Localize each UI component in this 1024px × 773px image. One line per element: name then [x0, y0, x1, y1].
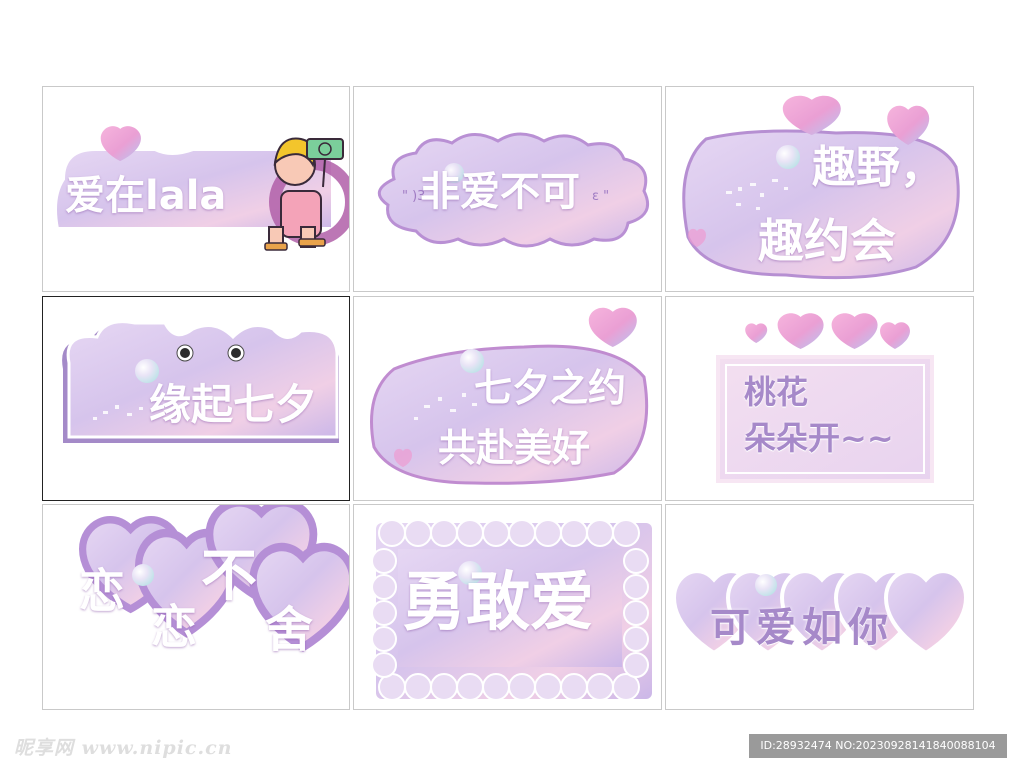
- sign-card-4[interactable]: 缘起七夕: [42, 296, 350, 501]
- sign-card-8[interactable]: 勇敢爱: [353, 504, 662, 710]
- sign-2-text: 非爱不可: [420, 169, 580, 215]
- heart-icon: [588, 307, 637, 347]
- sign-7-word-4: 舍: [265, 602, 314, 658]
- image-id-label: ID:28932474 NO:20230928141840088104: [749, 734, 1007, 758]
- sign-9-text: 可爱如你: [710, 605, 894, 651]
- sign-1-text: 爱在lala: [65, 173, 227, 219]
- bubble-icon: [132, 564, 154, 586]
- sign-4-text: 缘起七夕: [149, 380, 318, 429]
- heart-icon: [745, 313, 910, 349]
- sign-card-9[interactable]: 可爱如你: [665, 504, 974, 710]
- sign-7-word-2: 恋: [151, 600, 197, 654]
- sign-6-text-line1: 桃花: [744, 373, 809, 411]
- sign-6-text-line2: 朵朵开~~: [744, 419, 894, 457]
- bubble-icon: [755, 574, 777, 596]
- sign-card-2[interactable]: " )3 ε " 非爱不可: [353, 86, 662, 292]
- sign-card-3[interactable]: 趣野， 趣约会: [665, 86, 974, 292]
- sign-card-1[interactable]: 爱在lala: [42, 86, 350, 292]
- svg-text:ε ": ε ": [592, 189, 609, 204]
- sign-card-7[interactable]: 恋 恋 不 舍: [42, 504, 350, 710]
- sign-8-text: 勇敢爱: [402, 566, 594, 640]
- sign-5-text-line1: 七夕之约: [474, 366, 627, 410]
- sign-7-word-1: 恋: [79, 564, 125, 618]
- sign-6-shape: [716, 313, 934, 483]
- bubble-icon: [776, 145, 800, 169]
- watermark-logo: 昵享网 www.nipic.cn: [14, 737, 233, 759]
- sign-card-6[interactable]: 桃花 朵朵开~~: [665, 296, 974, 501]
- sign-card-5[interactable]: 七夕之约 共赴美好: [353, 296, 662, 501]
- sign-7-word-3: 不: [201, 544, 257, 609]
- sign-3-text-line1: 趣野，: [812, 142, 944, 193]
- sign-3-text-line2: 趣约会: [758, 214, 896, 268]
- sign-5-text-line2: 共赴美好: [438, 426, 591, 470]
